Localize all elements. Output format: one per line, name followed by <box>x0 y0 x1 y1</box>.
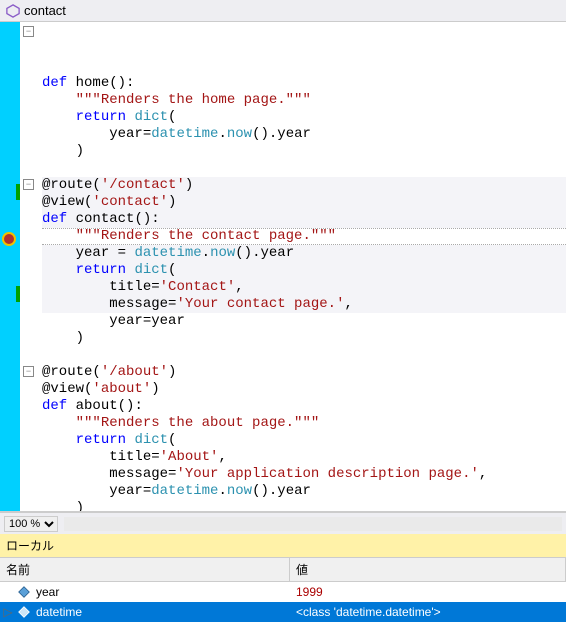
h-scrollbar[interactable] <box>64 517 562 531</box>
var-name: year <box>36 585 290 599</box>
col-value-header[interactable]: 値 <box>290 558 566 581</box>
var-name: datetime <box>36 605 290 619</box>
locals-panel-title: ローカル <box>0 534 566 558</box>
module-icon <box>6 4 20 18</box>
code-editor[interactable]: − − − def home(): """Renders the home pa… <box>0 22 566 512</box>
locals-header: 名前 値 <box>0 558 566 582</box>
breakpoint-icon[interactable] <box>2 232 16 246</box>
variable-icon <box>16 585 32 599</box>
expand-icon[interactable]: ▷ <box>0 605 16 619</box>
variable-icon <box>16 605 32 619</box>
breadcrumb-bar: contact <box>0 0 566 22</box>
zoom-select[interactable]: 100 % <box>4 516 58 532</box>
fold-toggle[interactable]: − <box>23 26 34 37</box>
var-value: <class 'datetime.datetime'> <box>290 605 566 619</box>
breadcrumb-title[interactable]: contact <box>24 3 66 18</box>
code-area[interactable]: def home(): """Renders the home page."""… <box>42 22 566 511</box>
locals-row[interactable]: year 1999 <box>0 582 566 602</box>
var-value: 1999 <box>290 585 566 599</box>
locals-row[interactable]: ▷ datetime <class 'datetime.datetime'> <box>0 602 566 622</box>
breakpoint-margin[interactable] <box>0 22 20 511</box>
col-name-header[interactable]: 名前 <box>0 558 290 581</box>
fold-gutter[interactable]: − − − <box>20 22 42 511</box>
fold-toggle[interactable]: − <box>23 179 34 190</box>
fold-toggle[interactable]: − <box>23 366 34 377</box>
zoom-bar: 100 % <box>0 512 566 534</box>
